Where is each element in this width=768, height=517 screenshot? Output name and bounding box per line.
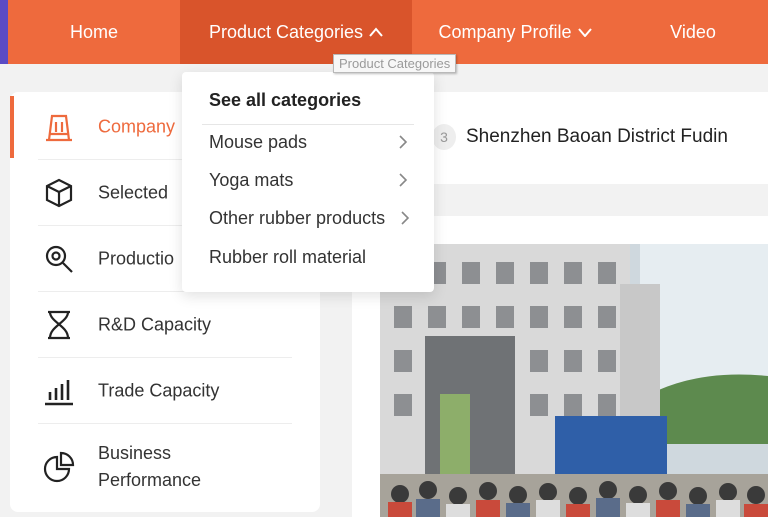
search-gear-icon (42, 242, 76, 276)
cube-icon (42, 176, 76, 210)
product-categories-dropdown: See all categories Mouse pads Yoga mats … (182, 72, 434, 292)
sidebar-item-label: Trade Capacity (98, 380, 220, 401)
sidebar-item-rd-capacity[interactable]: R&D Capacity (10, 292, 320, 358)
dropdown-item-label: Mouse pads (209, 132, 308, 152)
nav-company-profile-label: Company Profile (438, 22, 572, 42)
dropdown-item-other-rubber-products[interactable]: Other rubber products (209, 203, 424, 233)
chevron-right-icon (400, 203, 410, 233)
nav-home-label: Home (69, 22, 118, 42)
nav-video[interactable]: Video (618, 0, 768, 64)
sidebar-item-label: Selected (98, 182, 169, 203)
nav-accent-strip (0, 0, 8, 64)
sidebar-item-trade-capacity[interactable]: Trade Capacity (10, 358, 320, 424)
pie-chart-icon (42, 450, 76, 484)
chevron-right-icon (398, 165, 408, 195)
see-all-categories-link[interactable]: See all categories (209, 90, 361, 111)
bar-chart-icon (42, 374, 76, 408)
nav-home[interactable]: Home (8, 0, 180, 64)
dropdown-item-label: Yoga mats (209, 170, 294, 190)
dropdown-item-rubber-roll-material[interactable]: Rubber roll material (209, 242, 424, 272)
sidebar-item-label: R&D Capacity (98, 314, 212, 335)
company-name: Shenzhen Baoan District Fudin (466, 126, 728, 147)
factory-photo (380, 244, 768, 517)
chevron-down-icon (577, 0, 592, 64)
chevron-right-icon (398, 127, 408, 157)
building-icon (42, 110, 76, 144)
dropdown-item-yoga-mats[interactable]: Yoga mats (209, 165, 424, 195)
sidebar-item-label: Business Performance (98, 443, 202, 490)
dropdown-item-mouse-pads[interactable]: Mouse pads (209, 127, 424, 157)
divider (202, 124, 414, 125)
nav-product-categories-label: Product Categories (208, 22, 364, 42)
nav-video-label: Video (670, 22, 716, 42)
dropdown-item-label: Other rubber products (209, 208, 386, 228)
sidebar-item-label: Company (98, 116, 176, 137)
dna-icon (42, 308, 76, 342)
nav-tooltip: Product Categories (333, 54, 457, 73)
dropdown-item-label: Rubber roll material (209, 247, 367, 267)
verified-badge-icon: 3 (432, 124, 456, 150)
sidebar-item-business-performance[interactable]: Business Performance (10, 424, 320, 510)
sidebar-item-label: Productio (98, 248, 175, 269)
